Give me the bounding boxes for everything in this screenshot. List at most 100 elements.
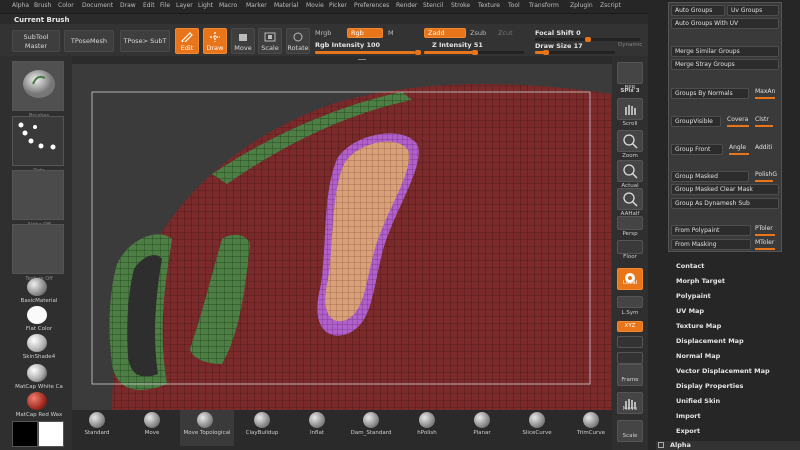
auto-groups-button[interactable]: Auto Groups <box>671 5 725 16</box>
canvas-viewport[interactable] <box>72 64 612 410</box>
menu-preferences[interactable]: Preferences <box>354 2 389 9</box>
polish-slider-label[interactable]: PolishG <box>755 171 777 178</box>
main-color-swatch[interactable] <box>38 421 64 447</box>
matcap-red-swatch[interactable] <box>27 392 47 410</box>
menu-edit[interactable]: Edit <box>143 2 155 9</box>
brush-claybuildup[interactable]: ClayBuildup <box>237 410 287 446</box>
max-angle-slider[interactable] <box>755 97 775 99</box>
stroke-thumbnail[interactable]: Dots <box>12 116 64 174</box>
group-masked-clear-mask-button[interactable]: Group Masked Clear Mask <box>671 184 779 195</box>
from-polypaint-button[interactable]: From Polypaint <box>671 225 751 236</box>
coverage-slider[interactable] <box>727 125 749 127</box>
max-angle-slider-label[interactable]: MaxAn <box>755 88 775 95</box>
tpose-mesh-button[interactable]: TPoseMesh <box>64 30 114 52</box>
clstr-slider-label[interactable]: Clstr <box>755 116 769 123</box>
ptolerance-slider[interactable] <box>755 234 775 236</box>
secondary-color-swatch[interactable] <box>12 421 38 447</box>
merge-stray-groups-button[interactable]: Merge Stray Groups <box>671 59 779 70</box>
spix-label[interactable]: SPix 3 <box>612 88 648 94</box>
menu-zplugin[interactable]: Zplugin <box>570 2 593 9</box>
clstr-slider[interactable] <box>755 125 773 127</box>
lsym-button[interactable] <box>617 296 643 308</box>
ptolerance-slider-label[interactable]: PToler <box>755 225 773 232</box>
menu-picker[interactable]: Picker <box>329 2 347 9</box>
scroll-button[interactable] <box>617 98 643 120</box>
rotate-z-button[interactable] <box>617 352 643 364</box>
zsub-button[interactable]: Zsub <box>470 29 486 37</box>
actual-button[interactable] <box>617 160 643 182</box>
mtolerance-slider[interactable] <box>755 248 775 250</box>
menu-alpha[interactable]: Alpha <box>12 2 29 9</box>
brush-dam-standard[interactable]: Dam_Standard <box>346 410 396 446</box>
merge-similar-groups-button[interactable]: Merge Similar Groups <box>671 46 779 57</box>
xyz-button[interactable]: XYZ <box>617 321 643 332</box>
menu-macro[interactable]: Macro <box>219 2 237 9</box>
brush-trimcurve[interactable]: TrimCurve <box>566 410 616 446</box>
menu-document[interactable]: Document <box>82 2 113 9</box>
menu-tool[interactable]: Tool <box>508 2 520 9</box>
group-masked-button[interactable]: Group Masked <box>671 171 749 182</box>
menu-movie[interactable]: Movie <box>306 2 324 9</box>
auto-groups-uv-button[interactable]: Auto Groups With UV <box>671 18 779 29</box>
subpalette-vector-displacement-map[interactable]: Vector Displacement Map <box>676 367 770 375</box>
mrgb-button[interactable]: Mrgb <box>315 29 331 37</box>
menu-layer[interactable]: Layer <box>176 2 193 9</box>
persp-button[interactable] <box>617 216 643 230</box>
subpalette-unified-skin[interactable]: Unified Skin <box>676 397 720 405</box>
subpalette-normal-map[interactable]: Normal Map <box>676 352 720 360</box>
additive-toggle[interactable]: Additi <box>755 144 772 151</box>
brush-move-topological[interactable]: Move Topological <box>180 410 234 446</box>
draw-button[interactable]: Draw <box>203 28 227 54</box>
menu-zscript[interactable]: Zscript <box>600 2 621 9</box>
zadd-button[interactable]: Zadd <box>424 28 466 38</box>
local-button[interactable] <box>617 268 643 290</box>
subpalette-displacement-map[interactable]: Displacement Map <box>676 337 744 345</box>
bpr-button[interactable] <box>617 62 643 84</box>
menu-light[interactable]: Light <box>198 2 213 9</box>
group-as-dynamesh-sub-button[interactable]: Group As Dynamesh Sub <box>671 198 779 209</box>
menu-transform[interactable]: Transform <box>529 2 559 9</box>
draw-size-slider[interactable] <box>535 50 615 55</box>
subpalette-polypaint[interactable]: Polypaint <box>676 292 711 300</box>
brush-standard[interactable]: Standard <box>72 410 122 446</box>
move-button[interactable]: Move <box>231 28 255 54</box>
rgb-intensity-slider[interactable] <box>315 50 421 55</box>
zoom-button[interactable] <box>617 130 643 152</box>
m-button[interactable]: M <box>388 29 394 37</box>
rotate-y-button[interactable] <box>617 336 643 348</box>
menu-stroke[interactable]: Stroke <box>451 2 470 9</box>
menu-brush[interactable]: Brush <box>34 2 51 9</box>
subpalette-export[interactable]: Export <box>676 427 700 435</box>
subpalette-texture-map[interactable]: Texture Map <box>676 322 721 330</box>
floor-button[interactable] <box>617 240 643 254</box>
mtolerance-slider-label[interactable]: MToler <box>755 239 774 246</box>
edit-button[interactable]: Edit <box>175 28 199 54</box>
rgb-button[interactable]: Rgb <box>347 28 383 38</box>
scale-button[interactable]: Scale <box>258 28 282 54</box>
brush-hpolish[interactable]: hPolish <box>402 410 452 446</box>
menu-render[interactable]: Render <box>396 2 417 9</box>
group-front-button[interactable]: Group Front <box>671 144 723 155</box>
brush-inflat[interactable]: Inflat <box>292 410 342 446</box>
brush-move[interactable]: Move <box>127 410 177 446</box>
dynamic-button[interactable]: Dynamic <box>618 42 642 48</box>
tpose-subt-button[interactable]: TPose> SubT <box>120 30 170 52</box>
brush-thumbnail[interactable]: Brushes <box>12 61 64 119</box>
subtool-master-button[interactable]: SubTool Master <box>12 30 60 52</box>
menu-material[interactable]: Material <box>274 2 298 9</box>
angle-slider-label[interactable]: Angle <box>729 144 746 151</box>
zcut-button[interactable]: Zcut <box>498 29 513 37</box>
rotate-button[interactable]: Rotate <box>286 28 310 54</box>
z-intensity-slider[interactable] <box>424 50 524 55</box>
menu-color[interactable]: Color <box>58 2 74 9</box>
menu-draw[interactable]: Draw <box>120 2 136 9</box>
skinshade-swatch[interactable] <box>27 334 47 352</box>
focal-shift-slider[interactable] <box>535 37 640 42</box>
brush-slicecurve[interactable]: SliceCurve <box>512 410 562 446</box>
menu-texture[interactable]: Texture <box>478 2 500 9</box>
subpalette-display-properties[interactable]: Display Properties <box>676 382 743 390</box>
angle-slider[interactable] <box>729 153 749 155</box>
matcap-white-swatch[interactable] <box>27 364 47 382</box>
alpha-thumbnail[interactable]: Alpha Off <box>12 170 64 228</box>
subpalette-import[interactable]: Import <box>676 412 701 420</box>
